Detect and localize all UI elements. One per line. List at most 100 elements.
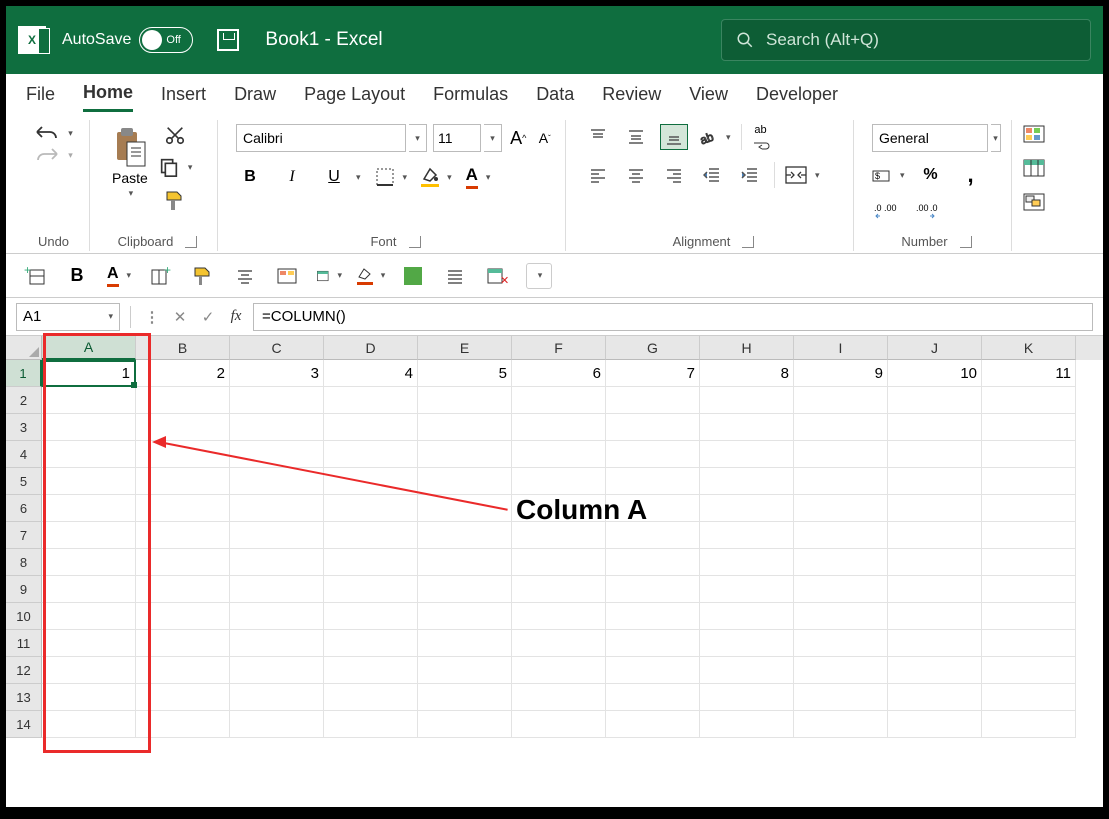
delete-table-icon[interactable]: ✕ xyxy=(484,263,510,289)
align-quick-icon[interactable] xyxy=(442,263,468,289)
tab-insert[interactable]: Insert xyxy=(161,78,206,111)
align-bottom-button[interactable] xyxy=(660,124,688,150)
col-header-i[interactable]: I xyxy=(794,336,888,360)
cell[interactable] xyxy=(794,387,888,414)
cell[interactable] xyxy=(888,495,982,522)
row-header[interactable]: 14 xyxy=(6,711,42,738)
cell[interactable] xyxy=(982,657,1076,684)
conditional-formatting-icon[interactable] xyxy=(1022,124,1046,144)
cell-styles-icon[interactable] xyxy=(1022,192,1046,212)
row-header[interactable]: 12 xyxy=(6,657,42,684)
cell[interactable] xyxy=(230,711,324,738)
cell[interactable] xyxy=(700,522,794,549)
tab-developer[interactable]: Developer xyxy=(756,78,838,111)
cell[interactable] xyxy=(136,387,230,414)
cell[interactable] xyxy=(606,414,700,441)
comma-button[interactable]: , xyxy=(957,162,985,188)
cell[interactable] xyxy=(42,468,136,495)
undo-button[interactable]: ▾ xyxy=(34,124,73,142)
green-fill-icon[interactable] xyxy=(400,263,426,289)
align-center-button[interactable] xyxy=(622,162,650,188)
table-quick-icon[interactable]: ▾ xyxy=(316,263,342,289)
italic-button[interactable]: I xyxy=(278,164,306,190)
font-size-select[interactable]: ▾ xyxy=(433,124,502,152)
wrap-text-button[interactable]: ab xyxy=(752,124,770,150)
cell[interactable] xyxy=(324,522,418,549)
cell[interactable] xyxy=(418,522,512,549)
cell[interactable] xyxy=(324,387,418,414)
cell[interactable] xyxy=(136,657,230,684)
cell[interactable] xyxy=(418,603,512,630)
merge-button[interactable]: ▾ xyxy=(785,166,820,184)
percent-button[interactable]: % xyxy=(917,162,945,188)
cell[interactable] xyxy=(230,684,324,711)
row-header[interactable]: 6 xyxy=(6,495,42,522)
row-header[interactable]: 5 xyxy=(6,468,42,495)
cell[interactable] xyxy=(512,468,606,495)
cell[interactable] xyxy=(42,711,136,738)
decrease-decimal-button[interactable]: .00.0 xyxy=(914,198,942,224)
cell[interactable] xyxy=(324,603,418,630)
cell[interactable] xyxy=(512,657,606,684)
cell[interactable] xyxy=(230,495,324,522)
cell[interactable] xyxy=(794,603,888,630)
toolbar-overflow-icon[interactable]: ▾ xyxy=(526,263,552,289)
cell[interactable] xyxy=(418,576,512,603)
cell[interactable] xyxy=(42,576,136,603)
cut-button[interactable] xyxy=(164,124,186,146)
cell[interactable] xyxy=(794,441,888,468)
increase-indent-button[interactable] xyxy=(736,162,764,188)
underline-button[interactable]: U▾ xyxy=(320,164,361,190)
row-header[interactable]: 13 xyxy=(6,684,42,711)
cell[interactable] xyxy=(324,495,418,522)
row-header[interactable]: 1 xyxy=(6,360,42,387)
cell[interactable] xyxy=(324,414,418,441)
cell[interactable] xyxy=(700,495,794,522)
cancel-formula-icon[interactable]: ✕ xyxy=(169,306,191,328)
cell[interactable] xyxy=(230,630,324,657)
insert-column-icon[interactable]: + xyxy=(148,263,174,289)
paste-button[interactable]: Paste ▾ xyxy=(108,124,152,201)
cell[interactable] xyxy=(606,522,700,549)
cell[interactable] xyxy=(136,603,230,630)
cell[interactable] xyxy=(982,387,1076,414)
col-header-a[interactable]: A xyxy=(42,336,136,360)
cell[interactable] xyxy=(700,630,794,657)
accounting-format-button[interactable]: $▾ xyxy=(872,167,905,183)
cell[interactable] xyxy=(700,441,794,468)
copy-button[interactable]: ▾ xyxy=(158,156,193,178)
cell[interactable] xyxy=(512,684,606,711)
cell[interactable] xyxy=(982,711,1076,738)
redo-button[interactable]: ▾ xyxy=(34,146,73,164)
orientation-button[interactable]: ab▾ xyxy=(698,128,731,146)
cell[interactable] xyxy=(512,603,606,630)
cell[interactable] xyxy=(606,549,700,576)
col-header-k[interactable]: K xyxy=(982,336,1076,360)
cell[interactable] xyxy=(982,468,1076,495)
cell[interactable] xyxy=(982,441,1076,468)
tab-home[interactable]: Home xyxy=(83,76,133,112)
cell[interactable] xyxy=(888,549,982,576)
cell[interactable] xyxy=(42,495,136,522)
fx-icon[interactable]: fx xyxy=(225,306,247,328)
cell[interactable] xyxy=(794,522,888,549)
cell[interactable] xyxy=(888,414,982,441)
cell[interactable] xyxy=(230,576,324,603)
font-color-button[interactable]: A▾ xyxy=(466,165,491,189)
cell[interactable] xyxy=(982,684,1076,711)
cell[interactable] xyxy=(606,387,700,414)
cell[interactable] xyxy=(606,657,700,684)
row-header[interactable]: 3 xyxy=(6,414,42,441)
cell[interactable] xyxy=(794,468,888,495)
align-left-button[interactable] xyxy=(584,162,612,188)
cell[interactable] xyxy=(888,468,982,495)
cell[interactable] xyxy=(888,603,982,630)
align-right-button[interactable] xyxy=(660,162,688,188)
clipboard-launcher[interactable] xyxy=(185,236,197,248)
format-painter-button[interactable] xyxy=(163,188,187,212)
format-table-icon[interactable] xyxy=(1022,158,1046,178)
cell[interactable] xyxy=(324,630,418,657)
accept-formula-icon[interactable]: ✓ xyxy=(197,306,219,328)
cell[interactable]: 4 xyxy=(324,360,418,387)
cell[interactable] xyxy=(794,414,888,441)
